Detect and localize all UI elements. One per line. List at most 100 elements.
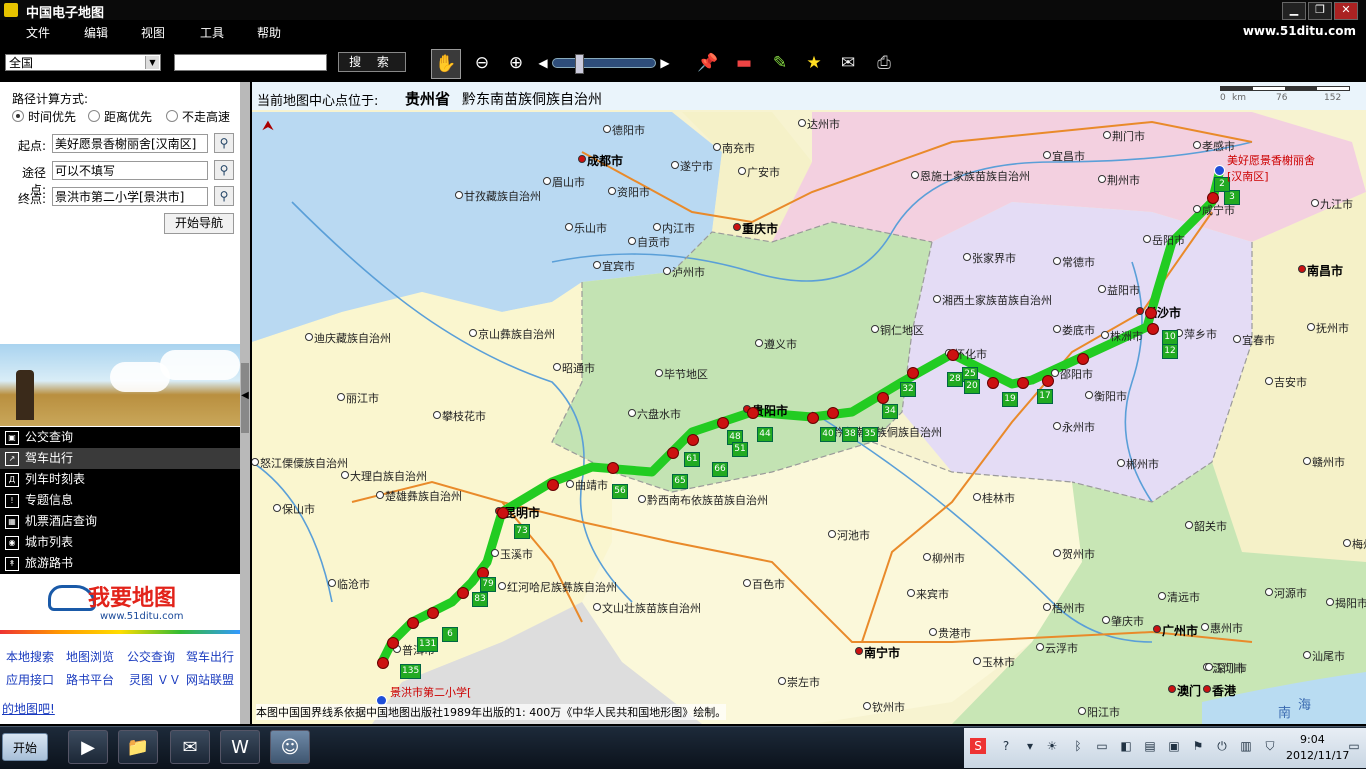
zoom-slider[interactable] — [552, 54, 656, 74]
route-waypoint-dot[interactable] — [1207, 192, 1219, 204]
power-icon[interactable]: ⏻ — [1214, 738, 1230, 754]
route-step-flag[interactable]: 51 — [732, 442, 748, 457]
chevron-down-icon[interactable]: ▼ — [145, 56, 159, 69]
end-pick-icon[interactable]: ⚲ — [214, 186, 234, 206]
start-field[interactable]: 美好愿景香榭丽舍[汉南区] — [52, 134, 208, 153]
pan-hand-icon[interactable]: ✋ — [431, 49, 461, 79]
route-waypoint-dot[interactable] — [427, 607, 439, 619]
draw-pencil-icon[interactable]: ✎ — [766, 49, 794, 77]
sogou-ime-icon[interactable]: S — [970, 738, 986, 754]
restore-button[interactable]: ❐ — [1308, 2, 1332, 20]
menu-edit[interactable]: 编辑 — [84, 24, 108, 41]
link-roadbook[interactable]: 路书平台 — [66, 671, 114, 688]
route-step-flag[interactable]: 10 — [1162, 330, 1178, 345]
route-waypoint-dot[interactable] — [377, 657, 389, 669]
bottom-link[interactable]: 的地图吧! — [2, 700, 55, 717]
route-step-flag[interactable]: 131 — [417, 637, 439, 652]
route-step-flag[interactable]: 20 — [964, 379, 980, 394]
link-driving[interactable]: 驾车出行 — [186, 648, 234, 665]
route-waypoint-dot[interactable] — [1042, 375, 1054, 387]
end-marker-label[interactable]: 景洪市第二小学[ — [390, 684, 471, 700]
route-waypoint-dot[interactable] — [907, 367, 919, 379]
route-step-flag[interactable]: 28 — [947, 372, 963, 387]
taskbar-folder-icon[interactable]: 📁 — [118, 730, 158, 764]
link-map-browse[interactable]: 地图浏览 — [66, 648, 114, 665]
menu-help[interactable]: 帮助 — [257, 24, 281, 41]
route-waypoint-dot[interactable] — [667, 447, 679, 459]
link-lingtu[interactable]: 灵图 ＶＶ — [129, 671, 181, 688]
route-step-flag[interactable]: 65 — [672, 474, 688, 489]
route-step-flag[interactable]: 83 — [472, 592, 488, 607]
link-local-search[interactable]: 本地搜索 — [6, 648, 54, 665]
route-step-flag[interactable]: 38 — [842, 427, 858, 442]
route-waypoint-dot[interactable] — [807, 412, 819, 424]
route-waypoint-dot[interactable] — [827, 407, 839, 419]
favorite-star-icon[interactable]: ★ — [800, 49, 828, 77]
pushpin-icon[interactable]: 📌 — [694, 49, 722, 77]
taskbar-map-app-icon[interactable]: ☺ — [270, 730, 310, 764]
route-waypoint-dot[interactable] — [1147, 323, 1159, 335]
via-pick-icon[interactable]: ⚲ — [214, 160, 234, 180]
list-icon[interactable]: ▤ — [1142, 738, 1158, 754]
taskbar-outlook-icon[interactable]: ✉ — [170, 730, 210, 764]
via-field[interactable]: 可以不填写 — [52, 161, 208, 180]
menu-view[interactable]: 视图 — [141, 24, 165, 41]
close-button[interactable]: ✕ — [1334, 2, 1358, 20]
clipboard-icon[interactable]: ▣ — [1166, 738, 1182, 754]
route-waypoint-dot[interactable] — [947, 349, 959, 361]
network-icon[interactable]: ▥ — [1238, 738, 1254, 754]
route-waypoint-dot[interactable] — [547, 479, 559, 491]
route-waypoint-dot[interactable] — [407, 617, 419, 629]
zoom-right-arrow-icon[interactable]: ▶ — [658, 49, 672, 77]
start-pick-icon[interactable]: ⚲ — [214, 133, 234, 153]
link-alliance[interactable]: 网站联盟 — [186, 671, 234, 688]
office-icon[interactable]: ◧ — [1118, 738, 1134, 754]
route-step-flag[interactable]: 66 — [712, 462, 728, 477]
ruler-icon[interactable]: ▬ — [730, 49, 758, 77]
menu-tools[interactable]: 工具 — [200, 24, 224, 41]
clock-date[interactable]: 2012/11/17 — [1286, 749, 1349, 762]
zoom-out-icon[interactable]: ⊖ — [468, 49, 496, 77]
radio-time-first[interactable]: 时间优先 — [12, 108, 76, 125]
nav-item-train[interactable]: Д 列车时刻表 — [0, 469, 240, 490]
mail-icon[interactable]: ✉ — [834, 49, 862, 77]
route-waypoint-dot[interactable] — [457, 587, 469, 599]
route-step-flag[interactable]: 56 — [612, 484, 628, 499]
logo-text[interactable]: 我要地图 — [88, 580, 176, 612]
route-step-flag[interactable]: 12 — [1162, 344, 1178, 359]
map-canvas[interactable]: ⮝ 德阳市 成都市 南充市 达州市 遂宁市 广安市 眉山市 资阳市 甘孜藏族自治州 乐山市 内江市自… — [252, 82, 1366, 724]
link-api[interactable]: 应用接口 — [6, 671, 54, 688]
search-button[interactable]: 搜 索 — [338, 52, 406, 72]
search-input[interactable] — [174, 54, 327, 71]
start-marker-pin[interactable] — [1214, 165, 1225, 176]
nav-item-bus[interactable]: ▣ 公交查询 — [0, 427, 240, 448]
route-step-flag[interactable]: 61 — [684, 452, 700, 467]
site-url[interactable]: www.51ditu.com — [1243, 24, 1356, 38]
collapse-arrow-icon[interactable]: ◀ — [240, 390, 250, 410]
zoom-in-icon[interactable]: ⊕ — [502, 49, 530, 77]
help-icon[interactable]: ? — [998, 738, 1014, 754]
route-waypoint-dot[interactable] — [387, 637, 399, 649]
show-desktop-icon[interactable]: ▭ — [1346, 738, 1362, 754]
nav-item-flight-hotel[interactable]: ▦ 机票酒店查询 — [0, 511, 240, 532]
route-waypoint-dot[interactable] — [687, 434, 699, 446]
route-waypoint-dot[interactable] — [717, 417, 729, 429]
nav-item-travel-book[interactable]: ↟ 旅游路书 — [0, 553, 240, 574]
tray-expand-icon[interactable]: ▾ — [1022, 738, 1038, 754]
route-waypoint-dot[interactable] — [987, 377, 999, 389]
route-step-flag[interactable]: 40 — [820, 427, 836, 442]
route-waypoint-dot[interactable] — [877, 392, 889, 404]
nav-item-topics[interactable]: ! 专题信息 — [0, 490, 240, 511]
route-waypoint-dot[interactable] — [747, 407, 759, 419]
taskbar-media-player-icon[interactable]: ▶ — [68, 730, 108, 764]
clock-time[interactable]: 9:04 — [1300, 733, 1325, 746]
route-step-flag[interactable]: 73 — [514, 524, 530, 539]
nav-item-city-list[interactable]: ◉ 城市列表 — [0, 532, 240, 553]
minimize-button[interactable]: ▁ — [1282, 2, 1306, 20]
start-marker-label[interactable]: 美好愿景香榭丽舍 [汉南区] — [1227, 152, 1315, 184]
nav-item-driving[interactable]: ↗ 驾车出行 — [0, 448, 240, 469]
monitor-icon[interactable]: ▭ — [1094, 738, 1110, 754]
route-step-flag[interactable]: 135 — [400, 664, 422, 679]
bluetooth-icon[interactable]: ᛒ — [1070, 738, 1086, 754]
start-button[interactable]: 开始 — [2, 733, 48, 761]
